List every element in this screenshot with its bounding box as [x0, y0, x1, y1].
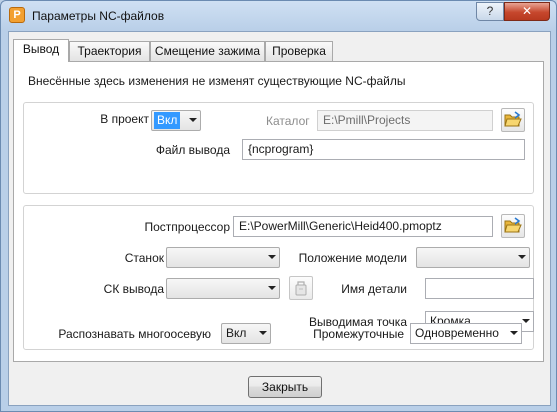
multiaxis-select[interactable]: Вкл — [221, 323, 271, 344]
tab-fixture-offset[interactable]: Смещение зажима — [150, 41, 265, 61]
machine-select[interactable] — [166, 247, 280, 268]
output-tab-panel: Внесённые здесь изменения не изменят сущ… — [13, 61, 544, 362]
intermediate-label: Промежуточные — [313, 327, 404, 341]
model-position-select[interactable] — [416, 247, 530, 268]
intermediate-select[interactable]: Одновременно — [410, 323, 522, 344]
catalog-field[interactable]: E:\Pmill\Projects — [317, 110, 493, 131]
chevron-down-icon — [510, 331, 518, 335]
machine-label: Станок — [124, 251, 164, 265]
folder-open-icon — [504, 111, 522, 127]
title-bar[interactable]: P Параметры NC-файлов ? ✕ — [1, 1, 556, 31]
part-name-field[interactable] — [425, 278, 534, 299]
app-icon: P — [9, 7, 25, 23]
project-group: В проект Вкл Каталог E:\Pmill\Projects Ф… — [23, 102, 534, 194]
part-name-label: Имя детали — [341, 282, 407, 296]
catalog-browse-button[interactable] — [501, 108, 525, 132]
postprocessor-browse-button[interactable] — [501, 214, 525, 238]
help-button[interactable]: ? — [476, 2, 504, 21]
multiaxis-label: Распознавать многоосевую — [58, 327, 211, 341]
output-cs-label: СК вывода — [103, 282, 164, 296]
close-button[interactable]: Закрыть — [248, 376, 322, 398]
output-cs-select[interactable] — [166, 278, 280, 299]
project-select[interactable]: Вкл — [151, 110, 201, 131]
dialog-client: Вывод Траектория Смещение зажима Проверк… — [8, 31, 551, 406]
notice-text: Внесённые здесь изменения не изменят сущ… — [28, 74, 406, 88]
catalog-label: Каталог — [266, 114, 310, 128]
output-file-field[interactable]: {ncprogram} — [242, 139, 525, 160]
chevron-down-icon — [259, 331, 267, 335]
tab-toolpath[interactable]: Траектория — [69, 41, 150, 61]
postprocessor-field[interactable]: E:\PowerMill\Generic\Heid400.pmoptz — [233, 216, 493, 237]
chevron-down-icon — [522, 319, 530, 323]
close-window-button[interactable]: ✕ — [504, 2, 550, 21]
dialog-window: P Параметры NC-файлов ? ✕ Вывод Траектор… — [0, 0, 557, 412]
tab-check[interactable]: Проверка — [265, 41, 333, 61]
multiaxis-select-value: Вкл — [226, 326, 247, 340]
chevron-down-icon — [518, 255, 526, 259]
project-select-value: Вкл — [154, 112, 181, 129]
intermediate-select-value: Одновременно — [415, 326, 499, 340]
postprocessor-label: Постпроцессор — [144, 220, 230, 234]
model-position-label: Положение модели — [298, 251, 407, 265]
folder-open-icon — [504, 217, 522, 233]
tab-output[interactable]: Вывод — [13, 39, 69, 62]
project-label: В проект — [100, 112, 149, 126]
window-title: Параметры NC-файлов — [32, 9, 165, 23]
output-file-label: Файл вывода — [155, 143, 230, 157]
chevron-down-icon — [189, 118, 197, 122]
